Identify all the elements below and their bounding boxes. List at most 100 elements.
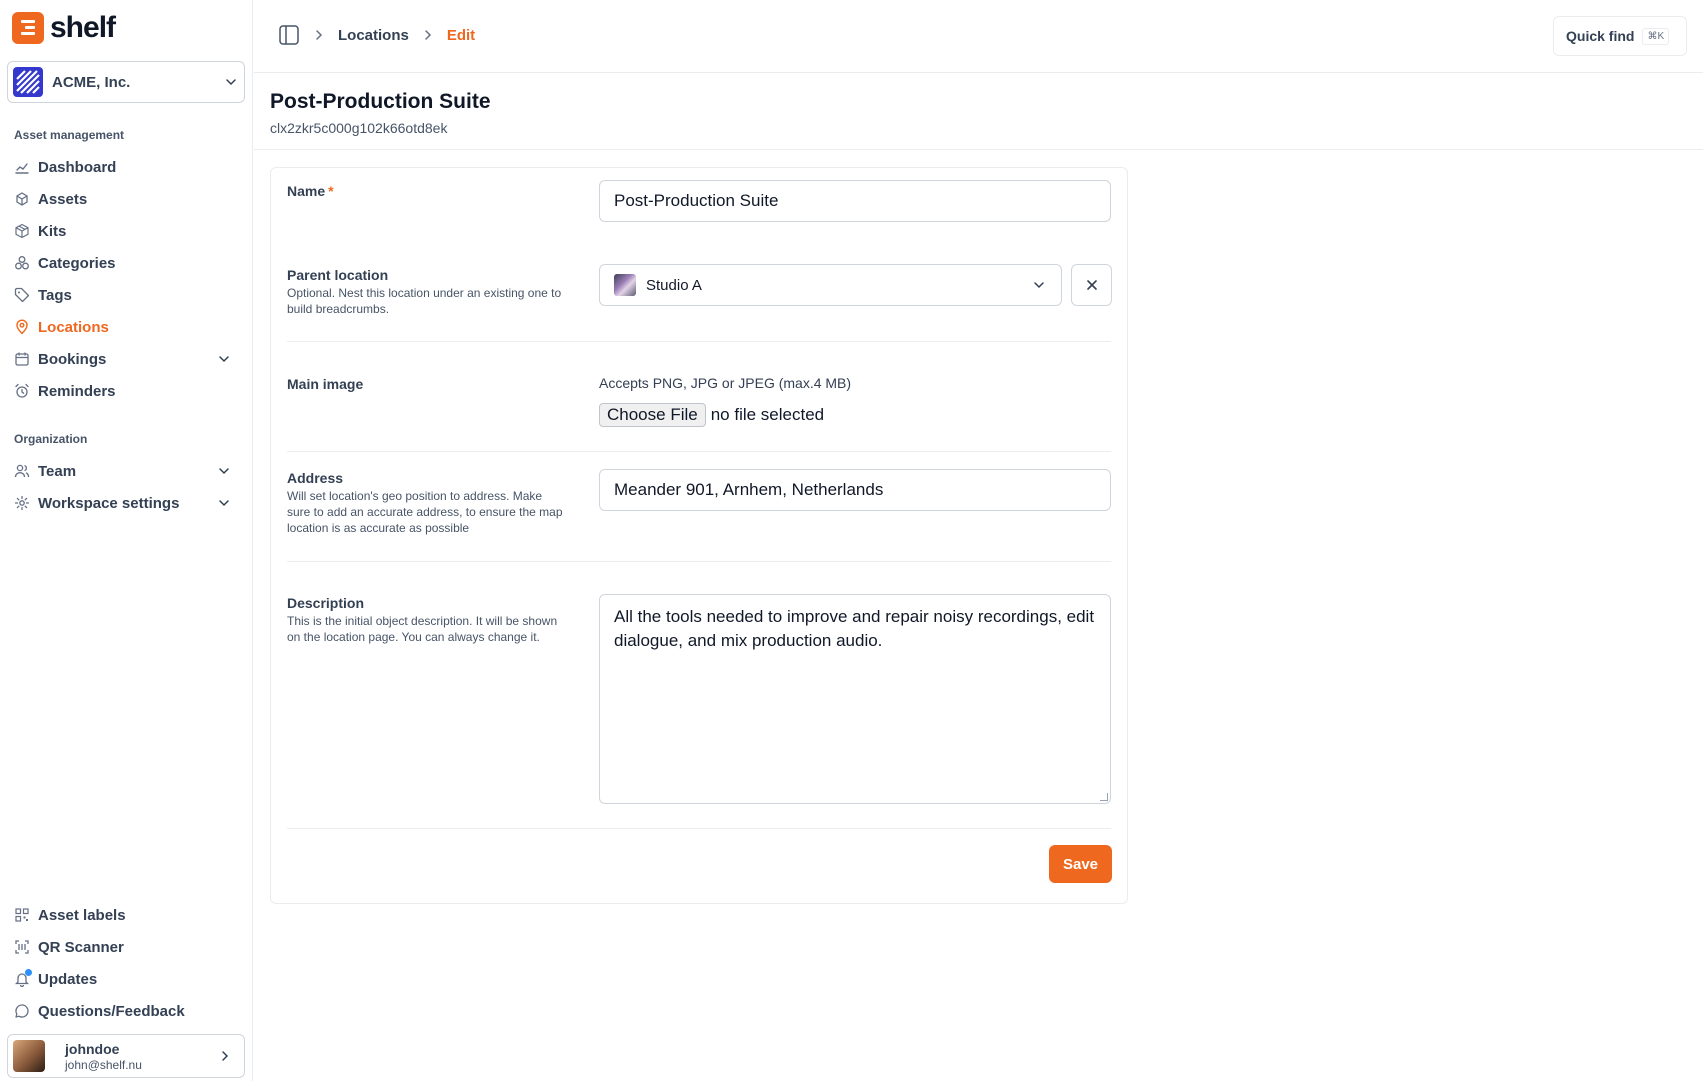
scan-icon xyxy=(14,939,30,955)
sidebar-item-label: Tags xyxy=(38,286,72,304)
page-header: Post-Production Suite clx2zkr5c000g102k6… xyxy=(254,74,1703,150)
save-button[interactable]: Save xyxy=(1049,845,1112,883)
user-name: johndoe xyxy=(65,1040,120,1057)
breadcrumb: Locations Edit xyxy=(278,24,475,46)
chevron-down-icon[interactable] xyxy=(216,495,232,511)
sidebar-item-assets[interactable]: Assets xyxy=(14,186,240,212)
address-help: Will set location's geo position to addr… xyxy=(287,489,563,535)
address-input[interactable]: Meander 901, Arnhem, Netherlands xyxy=(599,469,1111,511)
divider xyxy=(287,561,1111,562)
choose-file-button[interactable]: Choose File xyxy=(599,403,706,427)
sidebar-item-reminders[interactable]: Reminders xyxy=(14,378,240,404)
address-label: Address xyxy=(287,470,344,486)
sidebar-item-kits[interactable]: Kits xyxy=(14,218,240,244)
breadcrumb-locations[interactable]: Locations xyxy=(338,27,409,44)
name-input[interactable]: Post-Production Suite xyxy=(599,180,1111,222)
divider xyxy=(287,451,1111,452)
chat-icon xyxy=(14,1003,30,1019)
sidebar-item-dashboard[interactable]: Dashboard xyxy=(14,154,240,180)
quick-find-button[interactable]: Quick find ⌘K xyxy=(1553,16,1687,56)
user-email: john@shelf.nu xyxy=(65,1057,142,1072)
shelf-logo[interactable]: shelf xyxy=(12,11,116,44)
divider xyxy=(287,828,1111,829)
chevron-right-icon xyxy=(222,1051,229,1061)
location-id: clx2zkr5c000g102k66otd8ek xyxy=(270,120,448,136)
parent-location-help: Optional. Nest this location under an ex… xyxy=(287,286,562,316)
workspace-logo-icon xyxy=(13,67,43,97)
sidebar-item-categories[interactable]: Categories xyxy=(14,250,240,276)
sidebar-item-asset-labels[interactable]: Asset labels xyxy=(14,902,240,928)
sidebar-item-questions-feedback[interactable]: Questions/Feedback xyxy=(14,998,240,1024)
quick-find-label: Quick find xyxy=(1566,28,1635,44)
shelf-logo-icon xyxy=(12,12,44,44)
resize-handle-icon[interactable] xyxy=(1100,793,1108,801)
sidebar-item-label: Locations xyxy=(38,318,109,336)
sidebar: shelf ACME, Inc. Asset management Dashbo… xyxy=(0,0,253,1081)
sidebar-item-label: Updates xyxy=(38,970,98,988)
chart-icon xyxy=(14,159,30,175)
user-menu[interactable]: johndoe john@shelf.nu xyxy=(7,1034,245,1078)
sidebar-toggle-icon[interactable] xyxy=(278,24,300,46)
image-accepts-hint: Accepts PNG, JPG or JPEG (max.4 MB) xyxy=(599,375,852,391)
sidebar-item-label: Team xyxy=(38,462,77,480)
name-label-text: Name xyxy=(287,183,326,199)
parent-location-label: Parent location xyxy=(287,267,389,283)
sidebar-item-label: Asset labels xyxy=(38,906,126,924)
chevron-down-icon[interactable] xyxy=(216,351,232,367)
sidebar-item-label: Questions/Feedback xyxy=(38,1002,185,1020)
sidebar-item-label: QR Scanner xyxy=(38,938,124,956)
bell-icon xyxy=(14,969,32,987)
clear-parent-location-button[interactable] xyxy=(1071,264,1112,306)
sidebar-item-label: Assets xyxy=(38,190,88,208)
divider xyxy=(287,341,1111,342)
update-badge-dot xyxy=(25,969,32,976)
sidebar-item-updates[interactable]: Updates xyxy=(14,966,240,992)
calendar-icon xyxy=(14,351,30,367)
parent-location-value: Studio A xyxy=(646,276,702,294)
sidebar-item-locations[interactable]: Locations xyxy=(14,314,240,340)
logo-text: shelf xyxy=(50,11,116,44)
close-icon xyxy=(1086,280,1097,290)
sidebar-item-tags[interactable]: Tags xyxy=(14,282,240,308)
main-image-file-input: Choose File no file selected xyxy=(599,403,824,427)
sidebar-item-bookings[interactable]: Bookings xyxy=(14,346,240,372)
nav-section-organization: Organization xyxy=(14,432,88,446)
cubes-icon xyxy=(14,191,30,207)
chevron-right-icon xyxy=(316,30,323,40)
location-thumbnail xyxy=(614,274,636,296)
workspace-switcher[interactable]: ACME, Inc. xyxy=(7,61,245,103)
sidebar-item-team[interactable]: Team xyxy=(14,458,240,484)
alarm-icon xyxy=(14,383,30,399)
box-icon xyxy=(14,223,30,239)
description-value: All the tools needed to improve and repa… xyxy=(614,607,1095,650)
parent-location-select[interactable]: Studio A xyxy=(599,264,1062,306)
sidebar-item-label: Workspace settings xyxy=(38,494,180,512)
name-label: Name * xyxy=(287,183,334,199)
workspace-name: ACME, Inc. xyxy=(52,73,131,91)
sidebar-item-workspace-settings[interactable]: Workspace settings xyxy=(14,490,240,516)
quick-find-shortcut: ⌘K xyxy=(1642,27,1670,45)
location-edit-form: Name * Post-Production Suite Parent locat… xyxy=(270,167,1128,904)
users-icon xyxy=(14,463,30,479)
sidebar-item-label: Kits xyxy=(38,222,67,240)
chevron-right-icon xyxy=(425,30,431,40)
tag-icon xyxy=(14,287,30,303)
file-status: no file selected xyxy=(710,405,825,424)
gear-icon xyxy=(14,495,30,511)
categories-icon xyxy=(14,255,30,271)
breadcrumb-edit: Edit xyxy=(446,26,476,44)
chevron-down-icon[interactable] xyxy=(216,463,232,479)
sidebar-item-label: Bookings xyxy=(38,350,107,368)
sidebar-item-qr-scanner[interactable]: QR Scanner xyxy=(14,934,240,960)
sidebar-item-label: Dashboard xyxy=(38,158,117,176)
description-help: This is the initial object description. … xyxy=(287,614,558,644)
location-pin-icon xyxy=(14,319,30,335)
description-textarea[interactable]: All the tools needed to improve and repa… xyxy=(599,594,1111,804)
page-title: Post-Production Suite xyxy=(270,90,491,113)
sidebar-item-label: Reminders xyxy=(38,382,116,400)
required-marker: * xyxy=(328,183,334,199)
description-label: Description xyxy=(287,595,365,611)
chevron-down-icon xyxy=(226,79,236,86)
top-bar: Locations Edit Quick find ⌘K xyxy=(254,0,1703,73)
sidebar-item-label: Categories xyxy=(38,254,116,272)
